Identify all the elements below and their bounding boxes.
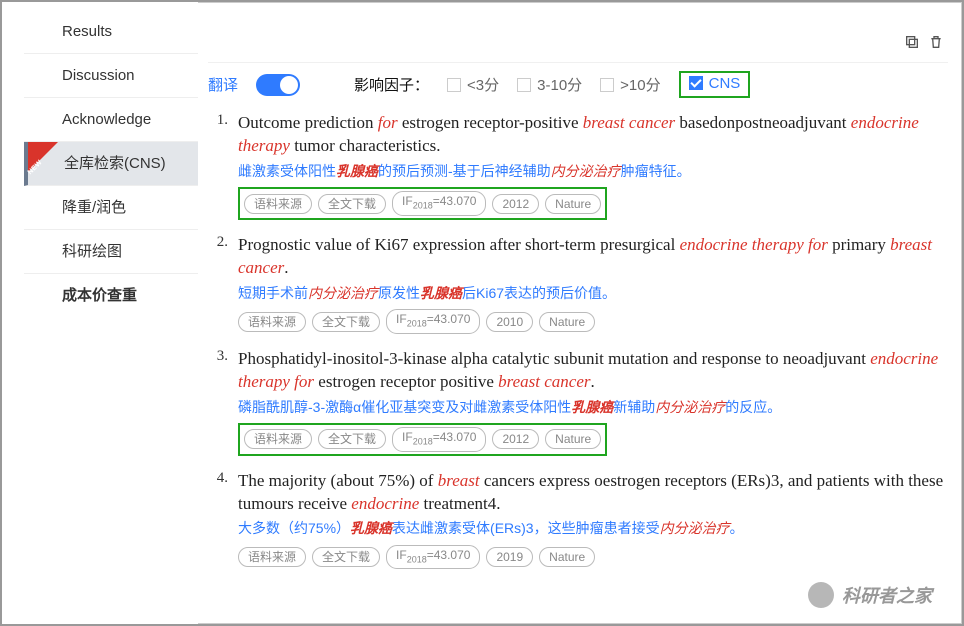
result-title-en[interactable]: Prognostic value of Ki67 expression afte… bbox=[238, 234, 948, 280]
filter-checkbox-1[interactable]: 3-10分 bbox=[517, 74, 582, 95]
result-tags: 语料来源全文下载 IF2018=43.070 2019 Nature bbox=[238, 545, 948, 569]
main-panel: 翻译 影响因子： <3分 3-10分 >10分 CNS 1.Outcome predi… bbox=[198, 2, 962, 624]
new-ribbon bbox=[28, 142, 58, 172]
filter-row: 翻译 影响因子： <3分 3-10分 >10分 CNS bbox=[208, 62, 948, 106]
tag-download[interactable]: 全文下载 bbox=[312, 547, 380, 567]
trash-icon[interactable] bbox=[928, 34, 944, 50]
tag-if[interactable]: IF2018=43.070 bbox=[392, 427, 486, 451]
checkbox-box bbox=[447, 78, 461, 92]
result-number: 3. bbox=[208, 348, 228, 456]
tag-download[interactable]: 全文下载 bbox=[318, 429, 386, 449]
sidebar-item-4[interactable]: 降重/润色 bbox=[24, 186, 198, 230]
checkbox-box bbox=[517, 78, 531, 92]
result-title-cn: 磷脂酰肌醇-3-激酶α催化亚基突变及对雌激素受体阳性乳腺癌新辅助内分泌治疗的反应… bbox=[238, 398, 948, 418]
tag-year[interactable]: 2012 bbox=[492, 429, 539, 449]
copy-icon[interactable] bbox=[904, 34, 920, 50]
filter-checkbox-3[interactable]: CNS bbox=[689, 75, 741, 92]
checkbox-label: <3分 bbox=[467, 74, 499, 95]
tag-journal[interactable]: Nature bbox=[539, 312, 595, 332]
result-tags: 语料来源全文下载 IF2018=43.070 2010 Nature bbox=[238, 309, 948, 333]
result-number: 1. bbox=[208, 112, 228, 220]
result-number: 2. bbox=[208, 234, 228, 334]
watermark: 科研者之家 bbox=[808, 582, 932, 608]
translate-label: 翻译 bbox=[208, 74, 238, 95]
checkbox-box bbox=[600, 78, 614, 92]
sidebar-item-0[interactable]: Results bbox=[24, 10, 198, 54]
tag-source[interactable]: 语料来源 bbox=[244, 194, 312, 214]
sidebar-item-6[interactable]: 成本价查重 bbox=[24, 274, 198, 318]
sidebar: ResultsDiscussionAcknowledge全库检索(CNS)降重/… bbox=[2, 2, 198, 624]
result-title-en[interactable]: Phosphatidyl-inositol-3-kinase alpha cat… bbox=[238, 348, 948, 394]
result-item: 4.The majority (about 75%) of breast can… bbox=[208, 470, 948, 570]
checkbox-label: >10分 bbox=[620, 74, 660, 95]
toolbar bbox=[208, 8, 948, 56]
filter-checkbox-2[interactable]: >10分 bbox=[600, 74, 660, 95]
tag-year[interactable]: 2010 bbox=[486, 312, 533, 332]
tag-source[interactable]: 语料来源 bbox=[238, 312, 306, 332]
tag-year[interactable]: 2019 bbox=[486, 547, 533, 567]
result-number: 4. bbox=[208, 470, 228, 570]
translate-toggle[interactable] bbox=[256, 74, 300, 96]
filter-checkbox-0[interactable]: <3分 bbox=[447, 74, 499, 95]
result-item: 3.Phosphatidyl-inositol-3-kinase alpha c… bbox=[208, 348, 948, 456]
checkbox-box bbox=[689, 76, 703, 90]
checkbox-label: 3-10分 bbox=[537, 74, 582, 95]
tag-journal[interactable]: Nature bbox=[545, 429, 601, 449]
tag-source[interactable]: 语料来源 bbox=[238, 547, 306, 567]
checkbox-label: CNS bbox=[709, 75, 741, 92]
tag-if[interactable]: IF2018=43.070 bbox=[392, 191, 486, 215]
highlight-box: CNS bbox=[679, 71, 751, 99]
sidebar-item-5[interactable]: 科研绘图 bbox=[24, 230, 198, 274]
result-title-cn: 短期手术前内分泌治疗原发性乳腺癌后Ki67表达的预后价值。 bbox=[238, 284, 948, 304]
tag-journal[interactable]: Nature bbox=[539, 547, 595, 567]
tag-source[interactable]: 语料来源 bbox=[244, 429, 312, 449]
result-title-cn: 雌激素受体阳性乳腺癌的预后预测-基于后神经辅助内分泌治疗肿瘤特征。 bbox=[238, 162, 948, 182]
tag-journal[interactable]: Nature bbox=[545, 194, 601, 214]
result-title-en[interactable]: Outcome prediction for estrogen receptor… bbox=[238, 112, 948, 158]
result-tags: 语料来源全文下载 IF2018=43.070 2012 Nature bbox=[238, 423, 607, 455]
result-tags: 语料来源全文下载 IF2018=43.070 2012 Nature bbox=[238, 187, 607, 219]
wechat-icon bbox=[808, 582, 834, 608]
sidebar-item-3[interactable]: 全库检索(CNS) bbox=[24, 142, 198, 186]
tag-if[interactable]: IF2018=43.070 bbox=[386, 545, 480, 569]
tag-if[interactable]: IF2018=43.070 bbox=[386, 309, 480, 333]
tag-download[interactable]: 全文下载 bbox=[312, 312, 380, 332]
result-title-en[interactable]: The majority (about 75%) of breast cance… bbox=[238, 470, 948, 516]
tag-year[interactable]: 2012 bbox=[492, 194, 539, 214]
impact-factor-label: 影响因子： bbox=[354, 74, 429, 95]
result-item: 2.Prognostic value of Ki67 expression af… bbox=[208, 234, 948, 334]
results-list: 1.Outcome prediction for estrogen recept… bbox=[208, 112, 948, 569]
sidebar-item-1[interactable]: Discussion bbox=[24, 54, 198, 98]
tag-download[interactable]: 全文下载 bbox=[318, 194, 386, 214]
sidebar-item-2[interactable]: Acknowledge bbox=[24, 98, 198, 142]
result-title-cn: 大多数（约75%）乳腺癌表达雌激素受体(ERs)3，这些肿瘤患者接受内分泌治疗。 bbox=[238, 519, 948, 539]
result-item: 1.Outcome prediction for estrogen recept… bbox=[208, 112, 948, 220]
